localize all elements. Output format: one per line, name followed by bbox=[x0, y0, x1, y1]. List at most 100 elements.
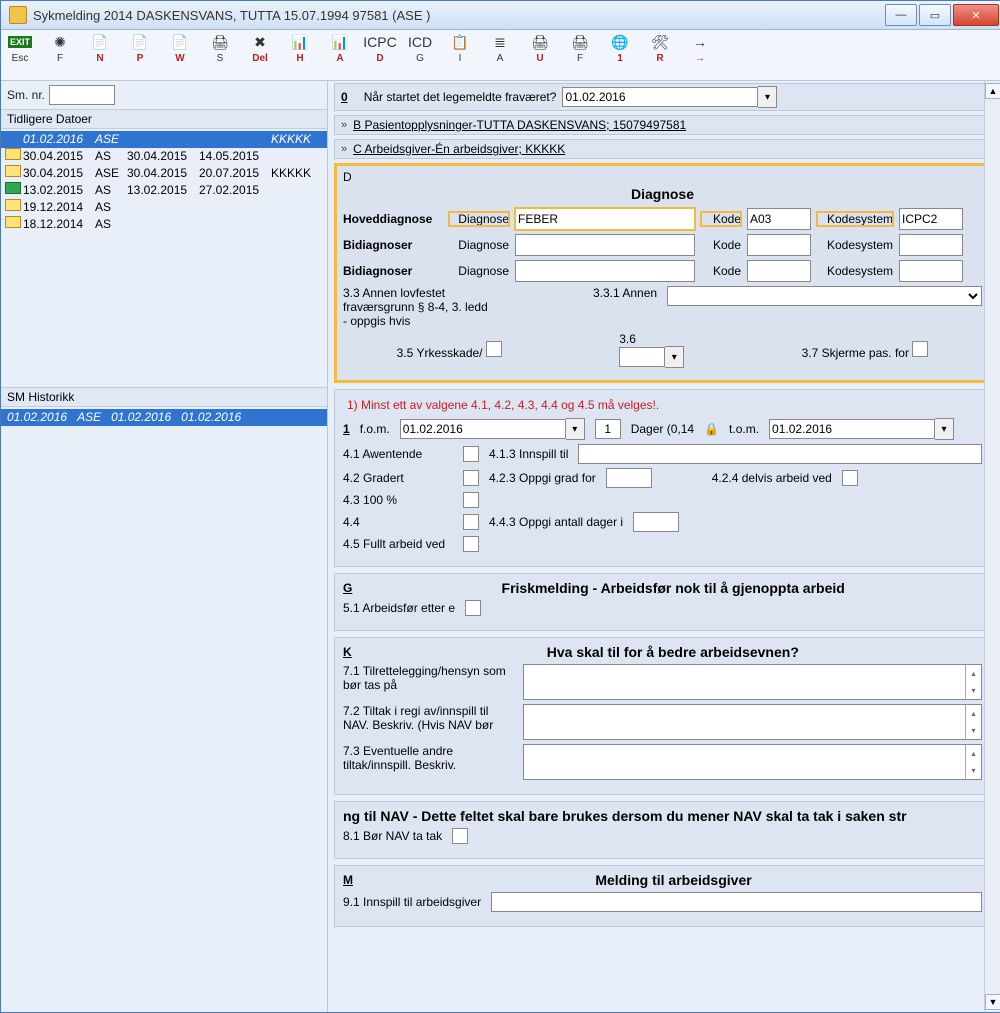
r37-check[interactable] bbox=[912, 341, 928, 357]
sm-nr-input[interactable] bbox=[49, 85, 115, 105]
r424-check[interactable] bbox=[842, 470, 858, 486]
maximize-button[interactable]: ▭ bbox=[919, 4, 951, 26]
r45-check[interactable] bbox=[463, 536, 479, 552]
toolbar-p-button[interactable]: 📄P bbox=[127, 32, 153, 64]
cell: 30.04.2015 bbox=[23, 165, 93, 182]
bidiagnose1-kode-input[interactable] bbox=[747, 234, 811, 256]
toolbar-label: → bbox=[695, 53, 705, 64]
tom-picker[interactable]: ▾ bbox=[935, 418, 954, 440]
dates-list-row[interactable]: 13.02.2015AS13.02.201527.02.2015 bbox=[1, 182, 327, 199]
toolbar-1-button[interactable]: 🌐1 bbox=[607, 32, 633, 64]
cell: ASE bbox=[95, 131, 125, 148]
section-4-panel: 1) Minst ett av valgene 4.1, 4.2, 4.3, 4… bbox=[334, 389, 991, 567]
toolbar-a-button[interactable]: ≣A bbox=[487, 32, 513, 64]
bidiagnose-label: Bidiagnoser bbox=[343, 264, 443, 278]
q0-date-input[interactable] bbox=[562, 87, 758, 107]
toolbar-label: W bbox=[175, 53, 184, 64]
r51-check[interactable] bbox=[465, 600, 481, 616]
r443-input[interactable] bbox=[633, 512, 679, 532]
toolbar-icon: ICPC bbox=[370, 32, 390, 52]
fom-picker[interactable]: ▾ bbox=[566, 418, 585, 440]
fom-input[interactable] bbox=[400, 419, 566, 439]
toolbar-label: G bbox=[416, 53, 424, 64]
toolbar-→-button[interactable]: →→ bbox=[687, 32, 713, 64]
toolbar-f-button[interactable]: ✺F bbox=[47, 32, 73, 64]
kode-label: Kode bbox=[701, 212, 741, 226]
toolbar-h-button[interactable]: 📊H bbox=[287, 32, 313, 64]
hist-list-row[interactable]: 01.02.2016ASE01.02.201601.02.2016 bbox=[1, 409, 327, 426]
close-button[interactable]: ✕ bbox=[953, 4, 999, 26]
scroll-up-icon[interactable]: ▲ bbox=[985, 83, 1000, 99]
q0-date-picker[interactable]: ▾ bbox=[758, 86, 777, 108]
section-g-panel: G Friskmelding - Arbeidsfør nok til å gj… bbox=[334, 573, 991, 631]
toolbar-icon: 🌐 bbox=[610, 32, 630, 52]
bidiagnose2-input[interactable] bbox=[515, 260, 695, 282]
vertical-scrollbar[interactable]: ▲ ▼ bbox=[984, 81, 1000, 1012]
r423-input[interactable] bbox=[606, 468, 652, 488]
hoveddiagnose-kodesystem-input[interactable] bbox=[899, 208, 963, 230]
minimize-button[interactable]: — bbox=[885, 4, 917, 26]
toolbar-a-button[interactable]: 📊A bbox=[327, 32, 353, 64]
r36-input[interactable] bbox=[619, 347, 665, 367]
r73-label: 7.3 Eventuelle andre tiltak/innspill. Be… bbox=[343, 744, 513, 772]
toolbar-w-button[interactable]: 📄W bbox=[167, 32, 193, 64]
hoveddiagnose-kode-input[interactable] bbox=[747, 208, 811, 230]
r91-input[interactable] bbox=[491, 892, 982, 912]
toolbar-r-button[interactable]: 🛠R bbox=[647, 32, 673, 64]
app-window: Sykmelding 2014 DASKENSVANS, TUTTA 15.07… bbox=[0, 0, 1000, 1013]
dates-list-row[interactable]: 18.12.2014AS bbox=[1, 216, 327, 233]
cell: 01.02.2016 bbox=[111, 409, 171, 426]
question-0-row: 0 Når startet det legemeldte fraværet? ▾ bbox=[334, 83, 991, 111]
dates-list-row[interactable]: 01.02.2016ASEKKKKK bbox=[1, 131, 327, 148]
tom-input[interactable] bbox=[769, 419, 935, 439]
r42-check[interactable] bbox=[463, 470, 479, 486]
toolbar-s-button[interactable]: 🖨S bbox=[207, 32, 233, 64]
r43-check[interactable] bbox=[463, 492, 479, 508]
toolbar-icon: ✖ bbox=[250, 32, 270, 52]
dates-list-row[interactable]: 30.04.2015ASE30.04.201520.07.2015KKKKK bbox=[1, 165, 327, 182]
r71-textarea[interactable]: ▴▾ bbox=[523, 664, 982, 700]
r331-select[interactable] bbox=[667, 286, 982, 306]
r36-picker[interactable]: ▾ bbox=[665, 346, 684, 368]
bidiagnose1-input[interactable] bbox=[515, 234, 695, 256]
toolbar-u-button[interactable]: 🖨U bbox=[527, 32, 553, 64]
toolbar-icon: 🖨 bbox=[210, 32, 230, 52]
diagnose-field-label: Diagnose bbox=[449, 238, 509, 252]
toolbar-n-button[interactable]: 📄N bbox=[87, 32, 113, 64]
r45-label: 4.5 Fullt arbeid ved bbox=[343, 537, 453, 551]
r413-label: 4.1.3 Innspill til bbox=[489, 447, 568, 461]
dates-list-row[interactable]: 30.04.2015AS30.04.201514.05.2015 bbox=[1, 148, 327, 165]
r44-check[interactable] bbox=[463, 514, 479, 530]
toolbar-label: P bbox=[137, 53, 144, 64]
r413-input[interactable] bbox=[578, 444, 982, 464]
toolbar-d-button[interactable]: ICPCD bbox=[367, 32, 393, 64]
toolbar-icon: 📄 bbox=[90, 32, 110, 52]
r35-check[interactable] bbox=[486, 341, 502, 357]
r331-label: 3.3.1 Annen bbox=[593, 286, 657, 300]
r41-check[interactable] bbox=[463, 446, 479, 462]
toolbar-label: A bbox=[497, 53, 504, 64]
toolbar-i-button[interactable]: 📋I bbox=[447, 32, 473, 64]
r73-textarea[interactable]: ▴▾ bbox=[523, 744, 982, 780]
toolbar-label: F bbox=[57, 53, 63, 64]
toolbar-del-button[interactable]: ✖Del bbox=[247, 32, 273, 64]
scroll-down-icon[interactable]: ▼ bbox=[985, 994, 1000, 1010]
toolbar-label: Del bbox=[252, 53, 268, 64]
diagnose-panel: D Diagnose Hoveddiagnose Diagnose Kode K… bbox=[334, 163, 991, 383]
days-count-input[interactable] bbox=[595, 419, 621, 439]
toolbar-label: U bbox=[536, 53, 543, 64]
hoveddiagnose-input[interactable] bbox=[515, 208, 695, 230]
toolbar-f-button[interactable]: 🖨F bbox=[567, 32, 593, 64]
bar-c[interactable]: » C Arbeidsgiver-Én arbeidsgiver; KKKKK bbox=[334, 139, 991, 159]
r81-check[interactable] bbox=[452, 828, 468, 844]
r72-textarea[interactable]: ▴▾ bbox=[523, 704, 982, 740]
bidiagnose1-kodesystem-input[interactable] bbox=[899, 234, 963, 256]
dates-list-row[interactable]: 19.12.2014AS bbox=[1, 199, 327, 216]
toolbar-esc-button[interactable]: EXITEsc bbox=[7, 32, 33, 64]
bidiagnose2-kode-input[interactable] bbox=[747, 260, 811, 282]
toolbar-icon: 📊 bbox=[290, 32, 310, 52]
bidiagnose2-kodesystem-input[interactable] bbox=[899, 260, 963, 282]
bar-b[interactable]: » B Pasientopplysninger-TUTTA DASKENSVAN… bbox=[334, 115, 991, 135]
toolbar-label: H bbox=[296, 53, 303, 64]
toolbar-g-button[interactable]: ICDG bbox=[407, 32, 433, 64]
